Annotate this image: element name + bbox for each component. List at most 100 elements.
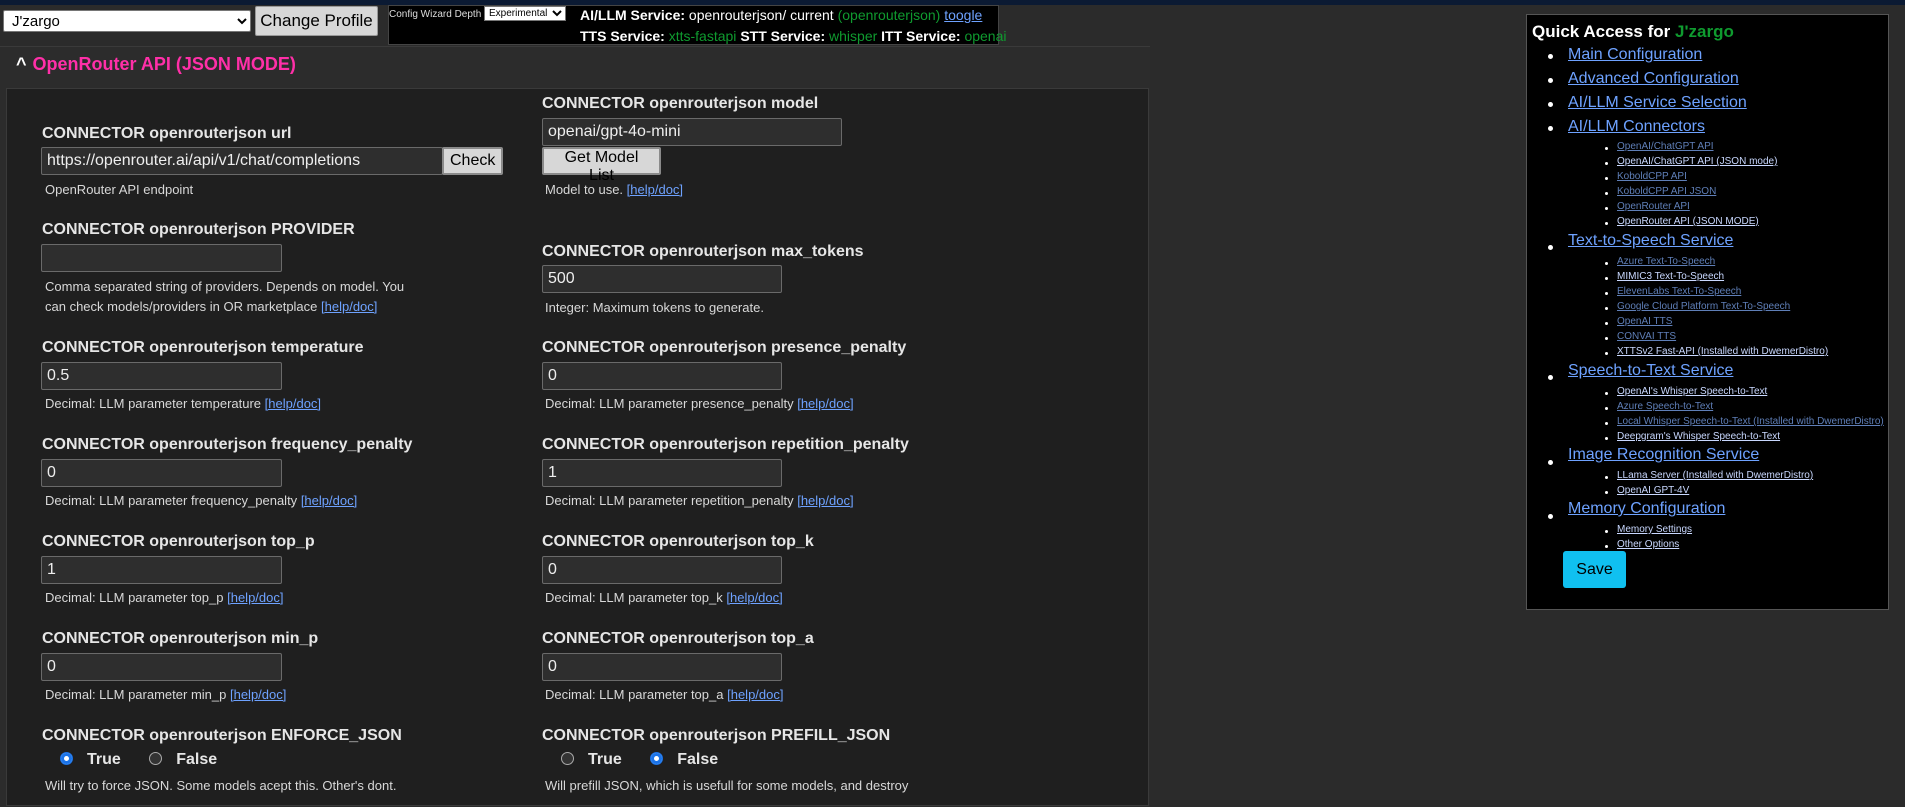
- qa-link-llama-server[interactable]: LLama Server (Installed with DwemerDistr…: [1617, 470, 1813, 481]
- qa-text-to-speech-service[interactable]: Text-to-Speech Service: [1568, 232, 1733, 250]
- top-k-desc: Decimal: LLM parameter top_k [help/doc]: [545, 588, 783, 608]
- presence-penalty-input[interactable]: [542, 362, 782, 390]
- top-k-input[interactable]: [542, 556, 782, 584]
- provider-input[interactable]: [41, 244, 282, 272]
- provider-desc-line1: Comma separated string of providers. Dep…: [45, 279, 405, 294]
- qa-image-recognition-service[interactable]: Image Recognition Service: [1568, 446, 1759, 464]
- frequency-penalty-desc-text: Decimal: LLM parameter frequency_penalty: [45, 493, 298, 508]
- qa-link-openai-gpt4v[interactable]: OpenAI GPT-4V: [1617, 485, 1689, 496]
- url-input[interactable]: [41, 147, 443, 175]
- presence-penalty-title: CONNECTOR openrouterjson presence_penalt…: [542, 339, 907, 356]
- qa-link-deepgram-stt[interactable]: Deepgram's Whisper Speech-to-Text: [1617, 431, 1780, 442]
- prefill-json-true-radio[interactable]: [561, 752, 574, 766]
- enforce-json-false-label: False: [176, 751, 218, 768]
- repetition-penalty-input[interactable]: [542, 459, 782, 487]
- top-k-help-link[interactable]: [help/doc]: [726, 590, 782, 605]
- prefill-json-true-option[interactable]: True: [561, 751, 622, 769]
- ai-service-value: openrouterjson/ current: [688, 7, 834, 23]
- qa-ai-llm-service-selection[interactable]: AI/LLM Service Selection: [1568, 94, 1747, 112]
- top-p-input[interactable]: [41, 556, 282, 584]
- tts-service-label: TTS Service:: [580, 28, 665, 44]
- qa-main-configuration[interactable]: Main Configuration: [1568, 46, 1702, 64]
- qa-link-memory-settings[interactable]: Memory Settings: [1617, 524, 1692, 535]
- qa-link-openrouter-json[interactable]: OpenRouter API (JSON MODE): [1617, 216, 1759, 227]
- qa-link-openai-tts[interactable]: OpenAI TTS: [1617, 316, 1672, 327]
- qa-link-openai-chatgpt-api[interactable]: OpenAI/ChatGPT API: [1617, 141, 1714, 152]
- top-a-input[interactable]: [542, 653, 782, 681]
- enforce-json-false-option[interactable]: False: [149, 751, 217, 769]
- qa-link-other-options[interactable]: Other Options: [1617, 539, 1679, 550]
- qa-link-openai-chatgpt-json[interactable]: OpenAI/ChatGPT API (JSON mode): [1617, 156, 1777, 167]
- qa-bullet: [1548, 245, 1553, 250]
- toggle-link[interactable]: toogle: [944, 7, 982, 23]
- temperature-help-link[interactable]: [help/doc]: [265, 396, 321, 411]
- qa-link-elevenlabs-tts[interactable]: ElevenLabs Text-To-Speech: [1617, 286, 1741, 297]
- model-help-link[interactable]: [help/doc]: [627, 182, 683, 197]
- qa-link-koboldcpp-api[interactable]: KoboldCPP API: [1617, 171, 1687, 182]
- prefill-json-false-option[interactable]: False: [650, 751, 718, 769]
- prefill-json-false-radio[interactable]: [650, 752, 664, 766]
- enforce-json-true-radio[interactable]: [60, 752, 73, 766]
- qa-sub-bullet: [1605, 437, 1608, 440]
- profile-select[interactable]: J'zargo: [3, 10, 251, 32]
- presence-penalty-help-link[interactable]: [help/doc]: [797, 396, 853, 411]
- min-p-title: CONNECTOR openrouterjson min_p: [42, 630, 319, 647]
- qa-sub-bullet: [1605, 207, 1608, 210]
- qa-sub-bullet: [1605, 307, 1608, 310]
- frequency-penalty-help-link[interactable]: [help/doc]: [301, 493, 357, 508]
- top-p-desc: Decimal: LLM parameter top_p [help/doc]: [45, 588, 283, 608]
- enforce-json-true-option[interactable]: True: [60, 751, 121, 769]
- qa-sub-bullet: [1605, 476, 1608, 479]
- repetition-penalty-desc: Decimal: LLM parameter repetition_penalt…: [545, 491, 854, 511]
- frequency-penalty-title: CONNECTOR openrouterjson frequency_penal…: [42, 436, 413, 453]
- qa-speech-to-text-service[interactable]: Speech-to-Text Service: [1568, 362, 1733, 380]
- max-tokens-title: CONNECTOR openrouterjson max_tokens: [542, 243, 864, 260]
- stt-service-label: STT Service:: [740, 28, 826, 44]
- frequency-penalty-input[interactable]: [41, 459, 282, 487]
- top-a-title: CONNECTOR openrouterjson top_a: [542, 630, 814, 647]
- qa-link-koboldcpp-json[interactable]: KoboldCPP API JSON: [1617, 186, 1716, 197]
- qa-link-openai-whisper-stt[interactable]: OpenAI's Whisper Speech-to-Text: [1617, 386, 1767, 397]
- get-model-list-button[interactable]: Get Model List: [542, 147, 661, 184]
- prefill-json-false-label: False: [677, 751, 719, 768]
- check-button[interactable]: Check: [442, 147, 503, 175]
- prefill-json-true-label: True: [588, 751, 622, 768]
- top-a-help-link[interactable]: [help/doc]: [727, 687, 783, 702]
- top-p-help-link[interactable]: [help/doc]: [227, 590, 283, 605]
- presence-penalty-desc: Decimal: LLM parameter presence_penalty …: [545, 394, 854, 414]
- change-profile-button[interactable]: Change Profile: [255, 6, 378, 36]
- qa-link-openrouter-api[interactable]: OpenRouter API: [1617, 201, 1690, 212]
- max-tokens-input[interactable]: [542, 265, 782, 293]
- qa-link-azure-stt[interactable]: Azure Speech-to-Text: [1617, 401, 1713, 412]
- prefill-json-radio-group: True False: [561, 751, 742, 769]
- temperature-input[interactable]: [41, 362, 282, 390]
- qa-link-azure-tts[interactable]: Azure Text-To-Speech: [1617, 256, 1715, 267]
- top-p-desc-text: Decimal: LLM parameter top_p: [45, 590, 224, 605]
- min-p-help-link[interactable]: [help/doc]: [230, 687, 286, 702]
- qa-link-google-tts[interactable]: Google Cloud Platform Text-To-Speech: [1617, 301, 1790, 312]
- min-p-input[interactable]: [41, 653, 282, 681]
- collapse-caret-icon[interactable]: ^: [16, 54, 27, 74]
- quick-access-title: Quick Access for J'zargo: [1532, 22, 1734, 42]
- qa-memory-configuration[interactable]: Memory Configuration: [1568, 500, 1725, 518]
- qa-sub-bullet: [1605, 491, 1608, 494]
- enforce-json-title: CONNECTOR openrouterjson ENFORCE_JSON: [42, 727, 402, 744]
- config-wizard-depth-label: Config Wizard Depth: [389, 9, 482, 20]
- repetition-penalty-desc-text: Decimal: LLM parameter repetition_penalt…: [545, 493, 794, 508]
- repetition-penalty-help-link[interactable]: [help/doc]: [797, 493, 853, 508]
- qa-link-mimic3-tts[interactable]: MIMIC3 Text-To-Speech: [1617, 271, 1724, 282]
- ai-service-status: AI/LLM Service: openrouterjson/ current …: [580, 7, 982, 23]
- qa-link-local-whisper-stt[interactable]: Local Whisper Speech-to-Text (Installed …: [1617, 416, 1884, 427]
- qa-advanced-configuration[interactable]: Advanced Configuration: [1568, 70, 1739, 88]
- qa-link-convai-tts[interactable]: CONVAI TTS: [1617, 331, 1676, 342]
- qa-ai-llm-connectors[interactable]: AI/LLM Connectors: [1568, 118, 1705, 136]
- model-input[interactable]: [542, 118, 842, 146]
- min-p-desc-text: Decimal: LLM parameter min_p: [45, 687, 227, 702]
- config-wizard-depth-select[interactable]: Experimental: [484, 6, 566, 21]
- provider-help-link[interactable]: [help/doc]: [321, 299, 377, 314]
- qa-link-xttsv2-fastapi[interactable]: XTTSv2 Fast-API (Installed with DwemerDi…: [1617, 346, 1828, 357]
- section-header[interactable]: ^ OpenRouter API (JSON MODE): [16, 54, 296, 75]
- ai-service-current: (openrouterjson): [837, 7, 941, 23]
- enforce-json-false-radio[interactable]: [149, 752, 163, 766]
- save-button[interactable]: Save: [1563, 551, 1626, 588]
